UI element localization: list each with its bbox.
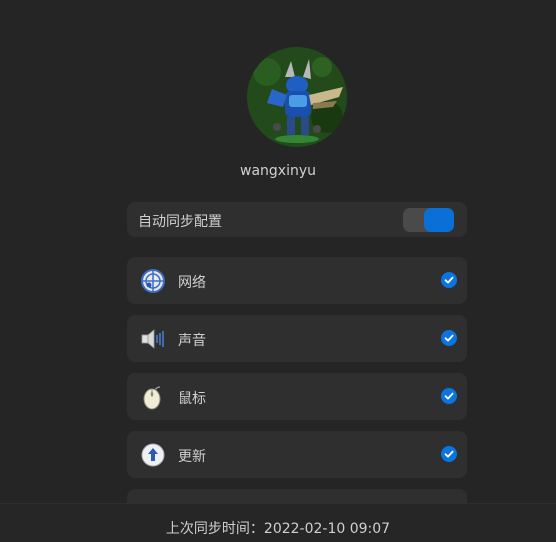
sync-item-label: 网络 xyxy=(178,275,206,291)
sound-icon xyxy=(140,326,166,352)
check-icon[interactable] xyxy=(441,388,457,404)
footer-bar: 上次同步时间：2022-02-10 09:07 xyxy=(0,503,556,542)
check-icon[interactable] xyxy=(441,330,457,346)
cloud-sync-page: wangxinyu 自动同步配置 网络 声音 鼠标 更新 上次同步时间：2022… xyxy=(0,0,556,542)
auto-sync-row: 自动同步配置 xyxy=(127,202,467,237)
account-username: wangxinyu xyxy=(240,163,316,179)
last-sync-time: 上次同步时间：2022-02-10 09:07 xyxy=(165,521,391,537)
auto-sync-toggle[interactable] xyxy=(403,208,454,232)
check-icon[interactable] xyxy=(441,272,457,288)
sync-item-update[interactable]: 更新 xyxy=(127,431,467,478)
update-icon xyxy=(140,442,166,468)
sync-item-label: 更新 xyxy=(178,449,206,465)
sync-item-mouse[interactable]: 鼠标 xyxy=(127,373,467,420)
sync-settings-list[interactable]: 自动同步配置 网络 声音 鼠标 更新 xyxy=(0,195,556,503)
auto-sync-label: 自动同步配置 xyxy=(138,214,222,230)
sync-item-label: 声音 xyxy=(178,333,206,349)
sync-item-network[interactable]: 网络 xyxy=(127,257,467,304)
mouse-icon xyxy=(140,384,166,410)
network-icon xyxy=(140,268,166,294)
sync-item-partial[interactable] xyxy=(127,489,467,503)
avatar-image xyxy=(247,47,347,147)
toggle-knob xyxy=(424,208,454,232)
check-icon[interactable] xyxy=(441,446,457,462)
sync-item-label: 鼠标 xyxy=(178,391,206,407)
sync-item-sound[interactable]: 声音 xyxy=(127,315,467,362)
avatar[interactable] xyxy=(247,47,347,147)
